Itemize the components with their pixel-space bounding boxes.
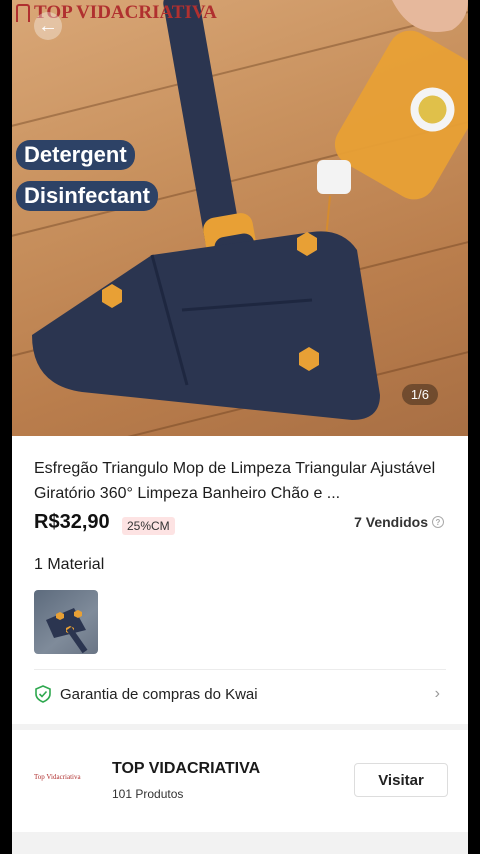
product-screen: TOP VIDACRIATIVA ← Detergent Disinfectan… (12, 0, 468, 854)
info-icon: ? (432, 516, 444, 528)
product-title: Esfregão Triangulo Mop de Limpeza Triang… (34, 460, 436, 502)
sold-count-label: 7 Vendidos (354, 514, 428, 530)
mop-handle (163, 0, 241, 250)
store-product-count: 101 Produtos (112, 787, 184, 801)
store-card: Top Vidacriativa TOP VIDACRIATIVA 101 Pr… (12, 730, 468, 832)
mop-thumbnail-image (46, 608, 88, 654)
product-price: R$32,90 (34, 511, 110, 533)
house-icon (16, 4, 30, 22)
disinfectant-tag: Disinfectant (16, 181, 158, 211)
discount-badge: 25%CM (122, 517, 175, 535)
image-counter: 1/6 (401, 384, 438, 405)
arrow-left-icon: ← (38, 14, 58, 37)
product-image-carousel[interactable]: TOP VIDACRIATIVA ← Detergent Disinfectan… (12, 0, 468, 436)
store-logo: Top Vidacriativa (34, 766, 94, 788)
hand (392, 0, 468, 32)
shield-check-icon (35, 685, 51, 703)
visit-store-button[interactable]: Visitar (354, 763, 448, 797)
divider (34, 669, 446, 670)
detergent-tag: Detergent (16, 140, 135, 170)
mop-head (32, 231, 380, 420)
brand-name: TOP VIDACRIATIVA (34, 2, 217, 23)
mop-illustration (32, 0, 468, 420)
product-details: Esfregão Triangulo Mop de Limpeza Triang… (12, 436, 468, 724)
back-button[interactable]: ← (34, 12, 62, 40)
material-thumbnail[interactable] (34, 590, 98, 654)
sold-count[interactable]: 7 Vendidos ? (354, 514, 444, 530)
chevron-right-icon[interactable]: › (435, 685, 440, 703)
purchase-guarantee[interactable]: Garantia de compras do Kwai (34, 685, 258, 703)
store-logo-text: Top Vidacriativa (34, 773, 81, 781)
material-label: 1 Material (34, 556, 105, 573)
store-name[interactable]: TOP VIDACRIATIVA (112, 760, 260, 778)
guarantee-label: Garantia de compras do Kwai (60, 685, 258, 703)
